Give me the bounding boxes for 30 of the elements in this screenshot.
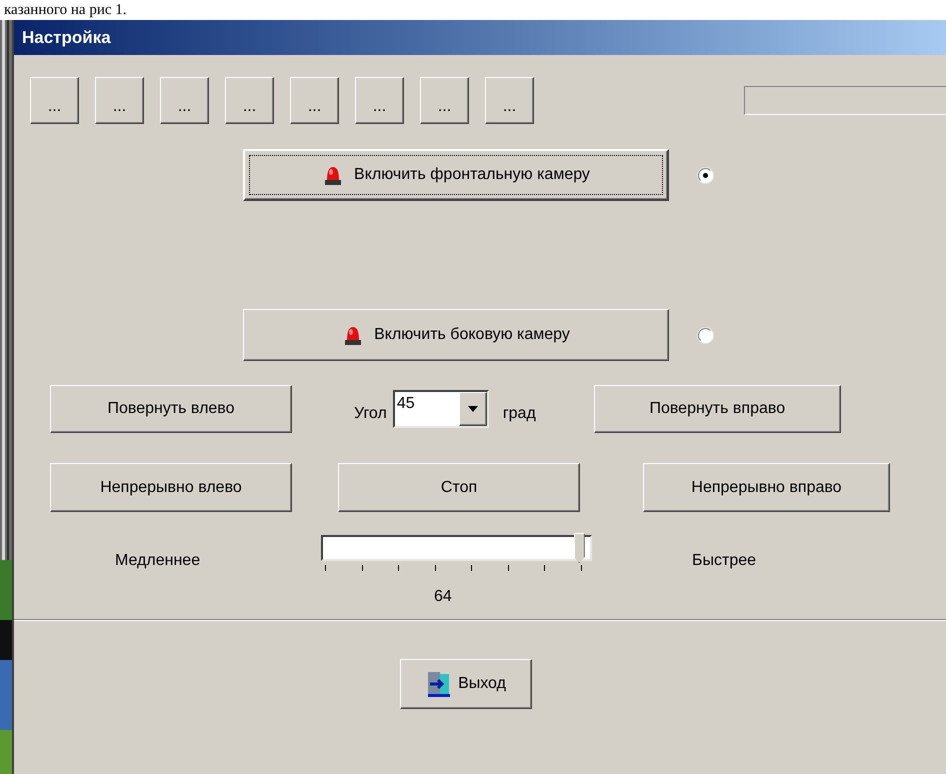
toolbar-button[interactable]: ...	[420, 76, 469, 124]
unit-label: град	[502, 404, 536, 424]
rotate-left-button[interactable]: Повернуть влево	[50, 385, 292, 433]
rotate-right-button[interactable]: Повернуть вправо	[594, 385, 841, 433]
text-field[interactable]	[744, 86, 946, 114]
exit-door-icon	[426, 670, 452, 698]
toolbar-button[interactable]: ...	[225, 76, 274, 124]
toolbar-button[interactable]: ...	[30, 76, 79, 124]
toolbar-button[interactable]: ...	[485, 76, 534, 124]
toolbar-button[interactable]: ...	[290, 76, 339, 124]
window-title: Настройка	[22, 26, 111, 49]
motion-button[interactable]: Непрерывно влево	[50, 463, 292, 512]
camera-button[interactable]: Включить фронтальную камеру	[243, 149, 669, 201]
speed-slider-track[interactable]	[321, 535, 592, 561]
radio-button[interactable]	[698, 168, 713, 182]
toolbar-button[interactable]: ...	[160, 76, 209, 124]
slow-label: Медленнее	[115, 551, 202, 571]
exit-button[interactable]: Выход	[400, 659, 532, 709]
fast-label: Быстрее	[692, 551, 756, 571]
motion-button[interactable]: Непрерывно вправо	[643, 463, 890, 512]
radio-button[interactable]	[698, 328, 713, 342]
camera-button[interactable]: Включить боковую камеру	[243, 309, 669, 361]
motion-button[interactable]: Стоп	[338, 463, 580, 512]
speed-value: 64	[434, 587, 452, 607]
angle-label: Угол	[354, 404, 387, 424]
toolbar-button[interactable]: ...	[95, 76, 144, 124]
document-text: казанного на рис 1.	[4, 2, 127, 18]
slider-thumb[interactable]	[574, 533, 585, 563]
toolbar-button[interactable]: ...	[355, 76, 404, 124]
angle-combobox[interactable]: 45	[392, 390, 489, 428]
